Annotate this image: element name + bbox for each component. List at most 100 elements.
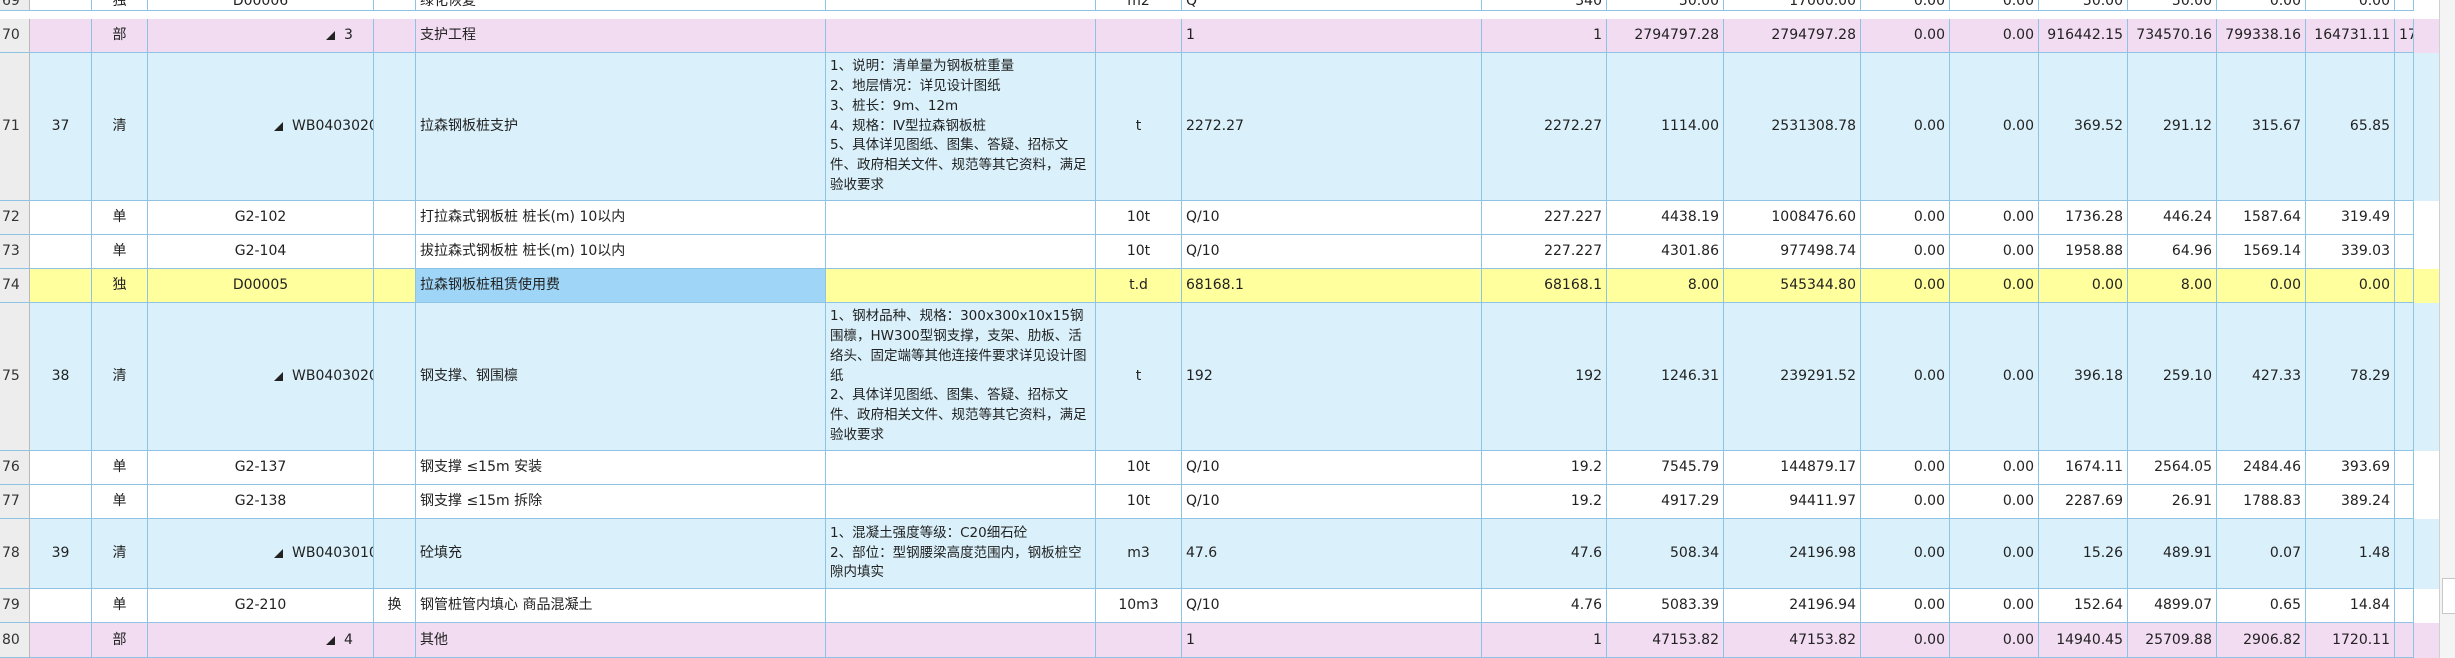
cell-total[interactable]: 2531308.78 [1724, 53, 1861, 201]
cell-desc[interactable] [826, 269, 1096, 303]
cell-qty[interactable]: 192 [1482, 303, 1607, 451]
cell-v1[interactable]: 0.00 [1861, 485, 1950, 519]
cell-total[interactable]: 1008476.60 [1724, 201, 1861, 235]
cell-v3[interactable]: 1958.88 [2039, 235, 2128, 269]
cell-v3[interactable]: 1674.11 [2039, 451, 2128, 485]
collapse-triangle-icon[interactable] [274, 122, 283, 131]
cell-code[interactable]: G2-137 [148, 451, 374, 485]
cell-v3[interactable]: 50.00 [2039, 0, 2128, 11]
cell-v7[interactable] [2395, 303, 2414, 451]
cell-desc[interactable] [826, 235, 1096, 269]
cell-unit[interactable] [1096, 19, 1182, 53]
cell-price[interactable]: 8.00 [1607, 269, 1724, 303]
cell-qexpr[interactable]: 1 [1182, 623, 1482, 658]
cell-qty[interactable]: 227.227 [1482, 201, 1607, 235]
cell-v5[interactable]: 0.00 [2217, 269, 2306, 303]
cell-type[interactable]: 清 [92, 303, 148, 451]
cell-v6[interactable]: 339.03 [2306, 235, 2395, 269]
cell-v6[interactable]: 14.84 [2306, 589, 2395, 623]
cell-v1[interactable]: 0.00 [1861, 589, 1950, 623]
cell-desc[interactable] [826, 451, 1096, 485]
cell-desc[interactable]: 1、说明：清单量为钢板桩重量 2、地层情况：详见设计图纸 3、桩长：9m、12m… [826, 53, 1096, 201]
cell-flag[interactable] [374, 0, 416, 11]
collapse-triangle-icon[interactable] [326, 31, 335, 40]
cell-name[interactable]: 砼填充 [416, 519, 826, 589]
cell-price[interactable]: 1246.31 [1607, 303, 1724, 451]
cell-v6[interactable]: 164731.11 [2306, 19, 2395, 53]
cell-desc[interactable] [826, 0, 1096, 11]
cell-qty[interactable]: 1 [1482, 19, 1607, 53]
cell-name[interactable]: 拉森钢板桩租赁使用费 [416, 269, 826, 303]
cell-v3[interactable]: 152.64 [2039, 589, 2128, 623]
cell-flag[interactable]: 换 [374, 589, 416, 623]
cell-qexpr[interactable]: 2272.27 [1182, 53, 1482, 201]
cell-v2[interactable]: 0.00 [1950, 53, 2039, 201]
cell-qty[interactable]: 1 [1482, 623, 1607, 658]
cell-type[interactable]: 清 [92, 53, 148, 201]
cell-flag[interactable] [374, 451, 416, 485]
cell-v5[interactable]: 0.65 [2217, 589, 2306, 623]
cell-v2[interactable]: 0.00 [1950, 235, 2039, 269]
cell-v2[interactable]: 0.00 [1950, 519, 2039, 589]
cell-seq[interactable]: 37 [30, 53, 92, 201]
cell-flag[interactable] [374, 53, 416, 201]
cell-name[interactable]: 拉森钢板桩支护 [416, 53, 826, 201]
cell-v4[interactable]: 64.96 [2128, 235, 2217, 269]
cell-price[interactable]: 4438.19 [1607, 201, 1724, 235]
cell-seq[interactable] [30, 589, 92, 623]
cell-unit[interactable]: 10t [1096, 201, 1182, 235]
cell-price[interactable]: 47153.82 [1607, 623, 1724, 658]
cell-v3[interactable]: 916442.15 [2039, 19, 2128, 53]
cell-qexpr[interactable]: Q/10 [1182, 235, 1482, 269]
cell-price[interactable]: 50.00 [1607, 0, 1724, 11]
cell-v3[interactable]: 15.26 [2039, 519, 2128, 589]
cell-name[interactable]: 打拉森式钢板桩 桩长(m) 10以内 [416, 201, 826, 235]
cell-qexpr[interactable]: 47.6 [1182, 519, 1482, 589]
cell-v6[interactable]: 319.49 [2306, 201, 2395, 235]
cell-code[interactable]: WB040301017001 [148, 519, 374, 589]
cell-v5[interactable]: 0.07 [2217, 519, 2306, 589]
cell-qexpr[interactable]: 1 [1182, 19, 1482, 53]
cell-seq[interactable] [30, 269, 92, 303]
cell-unit[interactable]: t [1096, 303, 1182, 451]
cell-qty[interactable]: 19.2 [1482, 485, 1607, 519]
cell-unit[interactable]: t.d [1096, 269, 1182, 303]
cell-v6[interactable]: 0.00 [2306, 269, 2395, 303]
cell-v6[interactable]: 1.48 [2306, 519, 2395, 589]
cell-v4[interactable]: 8.00 [2128, 269, 2217, 303]
cell-v3[interactable]: 396.18 [2039, 303, 2128, 451]
cell-unit[interactable]: 10t [1096, 485, 1182, 519]
vertical-scrollbar[interactable] [2439, 0, 2455, 658]
cell-v7[interactable] [2395, 623, 2414, 658]
cell-total[interactable]: 94411.97 [1724, 485, 1861, 519]
cell-price[interactable]: 1114.00 [1607, 53, 1724, 201]
cell-seq[interactable]: 39 [30, 519, 92, 589]
table-row[interactable]: 7839清 WB040301017001 砼填充1、混凝土强度等级：C20细石砼 2… [0, 519, 2439, 589]
cell-v6[interactable]: 0.00 [2306, 0, 2395, 11]
cell-code[interactable]: D00006 [148, 0, 374, 11]
cell-price[interactable]: 4917.29 [1607, 485, 1724, 519]
cell-unit[interactable]: 10t [1096, 451, 1182, 485]
cell-unit[interactable]: 10m3 [1096, 589, 1182, 623]
cell-v2[interactable]: 0.00 [1950, 19, 2039, 53]
cell-price[interactable]: 4301.86 [1607, 235, 1724, 269]
cell-desc[interactable] [826, 485, 1096, 519]
cell-total[interactable]: 545344.80 [1724, 269, 1861, 303]
cell-desc[interactable] [826, 19, 1096, 53]
cell-price[interactable]: 2794797.28 [1607, 19, 1724, 53]
cell-flag[interactable] [374, 19, 416, 53]
cell-v4[interactable]: 734570.16 [2128, 19, 2217, 53]
cell-seq[interactable] [30, 623, 92, 658]
cell-qexpr[interactable]: Q/10 [1182, 451, 1482, 485]
cell-v5[interactable]: 799338.16 [2217, 19, 2306, 53]
cell-qexpr[interactable]: Q/10 [1182, 485, 1482, 519]
cell-seq[interactable]: 38 [30, 303, 92, 451]
cell-flag[interactable] [374, 269, 416, 303]
cell-v7[interactable] [2395, 235, 2414, 269]
cell-code[interactable]: G2-138 [148, 485, 374, 519]
cell-v4[interactable]: 2564.05 [2128, 451, 2217, 485]
cell-qexpr[interactable]: Q/10 [1182, 201, 1482, 235]
cell-total[interactable]: 144879.17 [1724, 451, 1861, 485]
cell-name[interactable]: 钢管桩管内填心 商品混凝土 [416, 589, 826, 623]
table-row[interactable]: 80 部 4 其他 1 1 47153.82 47153.82 0.00 0.00 14940.45… [0, 623, 2439, 658]
